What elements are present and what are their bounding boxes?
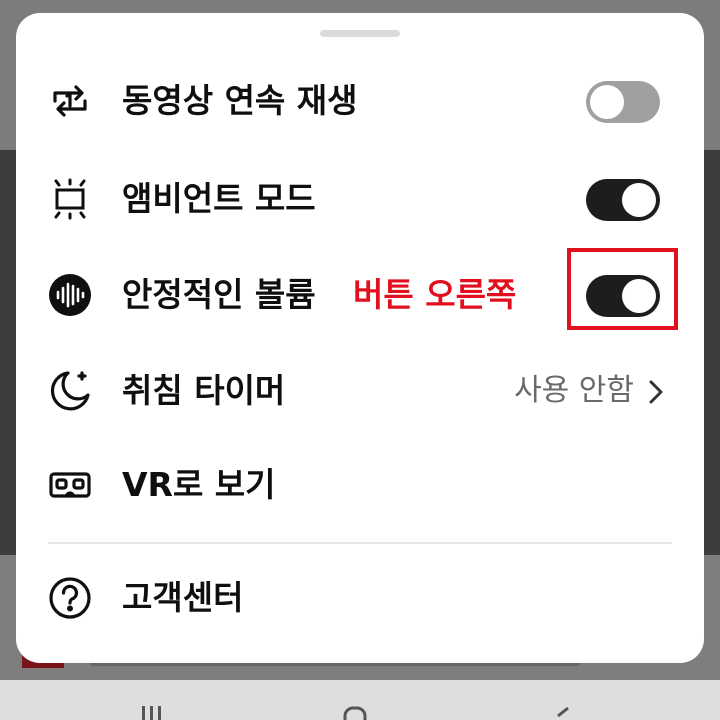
help-icon [48, 576, 92, 620]
menu-item-label: 취침 타이머 [122, 371, 286, 410]
annotation-highlight-box [567, 248, 678, 330]
menu-item-label: 앰비언트 모드 [122, 179, 316, 218]
repeat-one-icon [48, 79, 92, 123]
ambient-mode-icon [48, 177, 92, 221]
chevron-right-icon [649, 380, 663, 404]
menu-item-sleep-timer[interactable]: 취침 타이머 사용 안함 [16, 349, 704, 429]
sleep-timer-value: 사용 안함 [514, 373, 634, 408]
menu-item-label: VR로 보기 [122, 465, 276, 504]
more-options-sheet: 동영상 연속 재생 앰비언트 모드 안정적인 볼륨 버튼 오른쪽 취침 타이머 … [16, 13, 704, 663]
autoplay-toggle[interactable] [586, 81, 660, 123]
menu-item-autoplay[interactable]: 동영상 연속 재생 [16, 59, 704, 139]
menu-item-vr-view[interactable]: VR로 보기 [16, 443, 704, 523]
toggle-knob [622, 183, 656, 217]
vr-headset-icon [48, 463, 92, 507]
menu-item-label: 동영상 연속 재생 [122, 81, 358, 120]
ambient-mode-toggle[interactable] [586, 179, 660, 221]
toggle-knob [590, 85, 624, 119]
annotation-text: 버튼 오른쪽 [353, 275, 517, 314]
recent-apps-icon[interactable] [140, 700, 164, 720]
menu-divider [48, 542, 672, 544]
menu-item-ambient-mode[interactable]: 앰비언트 모드 [16, 157, 704, 237]
back-icon[interactable] [548, 700, 572, 720]
sheet-drag-handle[interactable] [320, 30, 400, 37]
menu-item-label: 고객센터 [122, 578, 244, 617]
menu-item-label: 안정적인 볼륨 [122, 275, 316, 314]
stable-volume-icon [48, 273, 92, 317]
moon-timer-icon [48, 369, 92, 413]
menu-item-help-center[interactable]: 고객센터 [16, 556, 704, 636]
menu-item-stable-volume[interactable]: 안정적인 볼륨 버튼 오른쪽 [16, 248, 704, 333]
home-icon[interactable] [343, 700, 367, 720]
